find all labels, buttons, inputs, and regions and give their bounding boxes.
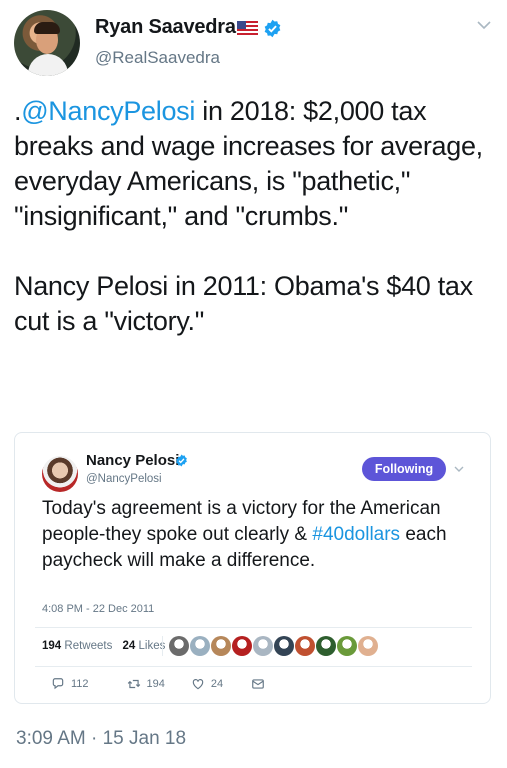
reply-icon: [52, 678, 64, 690]
author-avatar[interactable]: [14, 10, 80, 76]
liker-avatar[interactable]: [169, 636, 189, 656]
retweet-button[interactable]: 194: [127, 677, 165, 691]
retweets-stat[interactable]: 194 Retweets: [42, 640, 112, 652]
hashtag-link[interactable]: #40dollars: [312, 524, 400, 545]
liker-avatar[interactable]: [253, 636, 273, 656]
likes-stat[interactable]: 24 Likes: [123, 640, 166, 652]
liker-avatar[interactable]: [337, 636, 357, 656]
quoted-author-avatar[interactable]: [42, 456, 78, 492]
divider: [35, 627, 472, 628]
verified-badge-icon: [176, 454, 187, 467]
envelope-icon: [252, 679, 264, 689]
liker-avatar[interactable]: [211, 636, 231, 656]
like-button[interactable]: 24: [191, 677, 223, 691]
liker-avatar[interactable]: [295, 636, 315, 656]
liker-avatar[interactable]: [190, 636, 210, 656]
tweet-text-para2: Nancy Pelosi in 2011: Obama's $40 tax cu…: [14, 271, 473, 336]
engagement-stats: 194 Retweets 24 Likes: [42, 640, 165, 652]
verified-badge-icon: [264, 19, 281, 38]
retweet-icon: [127, 679, 140, 689]
quoted-author-name[interactable]: Nancy Pelosi: [86, 452, 179, 469]
tweet-timestamp[interactable]: 3:09 AM · 15 Jan 18: [16, 728, 186, 750]
liker-avatars: [169, 636, 378, 656]
divider: [35, 666, 472, 667]
liker-avatar[interactable]: [274, 636, 294, 656]
following-button[interactable]: Following: [362, 457, 446, 481]
liker-avatar[interactable]: [316, 636, 336, 656]
liker-avatar[interactable]: [232, 636, 252, 656]
tweet-actions: 112 194 24: [51, 677, 265, 691]
author-handle[interactable]: @RealSaavedra: [95, 48, 220, 68]
chevron-down-icon[interactable]: [454, 466, 464, 473]
reply-button[interactable]: 112: [51, 677, 89, 691]
chevron-down-icon[interactable]: [477, 20, 491, 30]
divider: [162, 636, 163, 656]
quoted-author-handle[interactable]: @NancyPelosi: [86, 473, 162, 485]
us-flag-icon: [237, 21, 258, 35]
author-name[interactable]: Ryan Saavedra: [95, 16, 236, 39]
quoted-tweet-card[interactable]: Nancy Pelosi @NancyPelosi Following Toda…: [14, 432, 491, 704]
quoted-tweet-time[interactable]: 4:08 PM - 22 Dec 2011: [42, 603, 154, 615]
mention-link[interactable]: @NancyPelosi: [21, 96, 195, 126]
liker-avatar[interactable]: [358, 636, 378, 656]
quoted-tweet-text: Today's agreement is a victory for the A…: [42, 498, 447, 571]
heart-icon: [192, 679, 204, 690]
direct-message-button[interactable]: [251, 677, 265, 691]
tweet-text: .@NancyPelosi in 2018: $2,000 tax breaks…: [14, 94, 494, 339]
